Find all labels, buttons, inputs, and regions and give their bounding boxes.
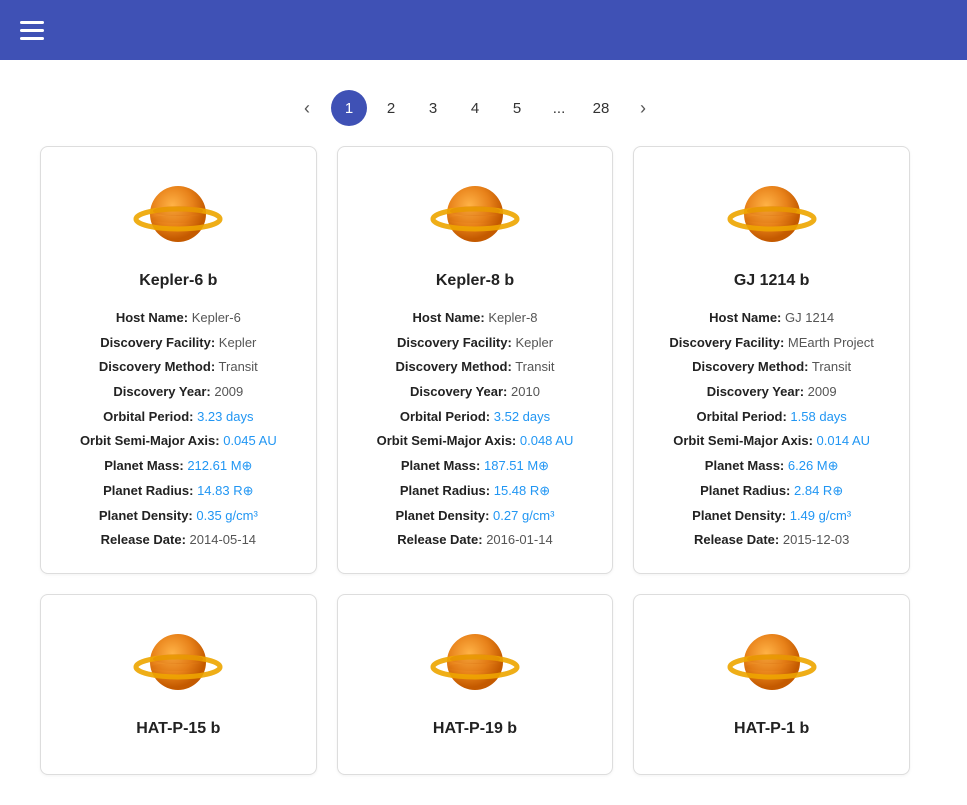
planet-illustration: [133, 167, 223, 272]
planet-name: HAT-P-15 b: [136, 720, 220, 738]
planet-card: HAT-P-19 b: [337, 594, 614, 775]
planet-card: Kepler-6 b Host Name: Kepler-6 Discovery…: [40, 146, 317, 574]
planet-card: HAT-P-15 b: [40, 594, 317, 775]
planet-card: HAT-P-1 b: [633, 594, 910, 775]
planet-illustration: [727, 615, 817, 720]
planet-name: HAT-P-1 b: [734, 720, 809, 738]
page-2-button[interactable]: 2: [373, 90, 409, 126]
planet-name: Kepler-6 b: [139, 272, 217, 290]
planet-name: GJ 1214 b: [734, 272, 810, 290]
pagination: ‹ 1 2 3 4 5 ... 28 ›: [0, 60, 950, 146]
cards-grid: Kepler-6 b Host Name: Kepler-6 Discovery…: [0, 146, 950, 805]
planet-card: Kepler-8 b Host Name: Kepler-8 Discovery…: [337, 146, 614, 574]
main-content: ‹ 1 2 3 4 5 ... 28 › Kepler-6 b: [0, 60, 967, 805]
prev-page-button[interactable]: ‹: [289, 90, 325, 126]
card-info: Host Name: GJ 1214 Discovery Facility: M…: [649, 306, 894, 553]
planet-illustration: [430, 615, 520, 720]
menu-icon[interactable]: [20, 21, 44, 40]
page-4-button[interactable]: 4: [457, 90, 493, 126]
page-1-button[interactable]: 1: [331, 90, 367, 126]
page-28-button[interactable]: 28: [583, 90, 619, 126]
page-ellipsis: ...: [541, 90, 577, 126]
planet-illustration: [430, 167, 520, 272]
planet-illustration: [133, 615, 223, 720]
planet-card: GJ 1214 b Host Name: GJ 1214 Discovery F…: [633, 146, 910, 574]
planet-name: HAT-P-19 b: [433, 720, 517, 738]
app-header: [0, 0, 967, 60]
card-info: Host Name: Kepler-8 Discovery Facility: …: [353, 306, 598, 553]
planet-name: Kepler-8 b: [436, 272, 514, 290]
card-info: Host Name: Kepler-6 Discovery Facility: …: [56, 306, 301, 553]
page-3-button[interactable]: 3: [415, 90, 451, 126]
next-page-button[interactable]: ›: [625, 90, 661, 126]
planet-illustration: [727, 167, 817, 272]
page-5-button[interactable]: 5: [499, 90, 535, 126]
